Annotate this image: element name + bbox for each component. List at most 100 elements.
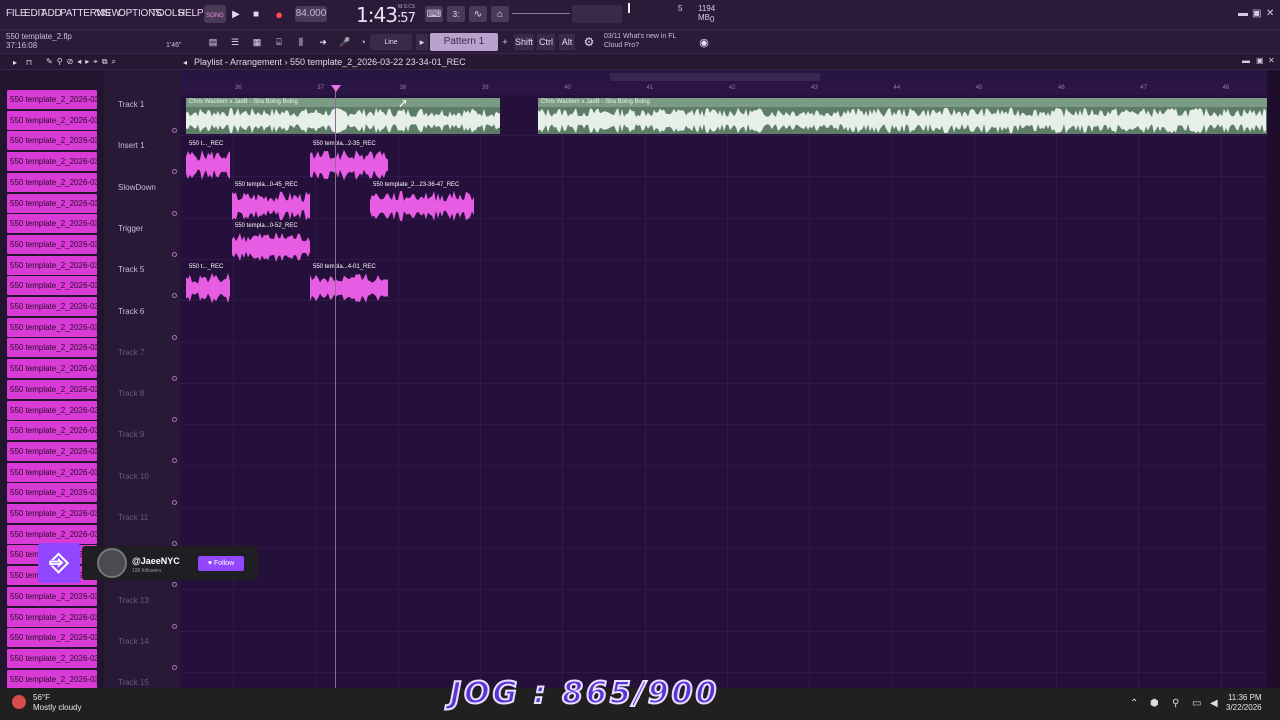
pattern-picker-item[interactable]: 550 template_2_2026-03... — [7, 297, 97, 316]
track-mute-icon[interactable] — [172, 293, 177, 299]
track-name[interactable]: Insert 1 — [118, 141, 145, 150]
volume-icon[interactable]: ◀ — [1210, 698, 1218, 709]
pattern-picker-item[interactable]: 550 template_2_2026-03... — [7, 152, 97, 172]
news-panel[interactable]: 03/11 What's new in FL Cloud Pro? — [604, 32, 676, 50]
snap-icon[interactable]: ⊓ — [24, 54, 34, 70]
microphone-tray-icon[interactable]: ⚲ — [1172, 698, 1179, 709]
snap-select[interactable]: Line — [370, 34, 412, 50]
track-lane[interactable] — [180, 302, 1267, 343]
wave-icon[interactable]: ∿ — [469, 6, 487, 22]
track-lane[interactable] — [180, 425, 1267, 467]
pattern-picker-item[interactable]: 550 template_2_2026-03... — [7, 276, 97, 296]
pattern-picker-item[interactable]: 550 template_2_2026-03... — [7, 379, 97, 399]
playlist-close-icon[interactable]: ✕ — [1268, 56, 1275, 65]
timeline-ruler[interactable]: 36 37 38 39 40 41 42 43 44 45 46 47 48 — [180, 85, 1267, 95]
track-lane[interactable] — [180, 467, 1267, 508]
playhead-marker-icon[interactable] — [331, 85, 341, 92]
audio-clip[interactable]: 550 templa...0-52_REC — [232, 222, 310, 263]
track-mute-icon[interactable] — [172, 169, 177, 175]
pattern-picker-item[interactable]: 550 template_2_2026-03... — [7, 524, 97, 544]
pattern-picker-item[interactable]: 550 template_2_2026-03... — [7, 234, 97, 254]
track-name[interactable]: Track 9 — [118, 430, 144, 439]
pattern-picker-item[interactable]: 550 template_2_2026-03... — [7, 441, 97, 461]
track-name[interactable]: Track 14 — [118, 637, 149, 646]
track-name[interactable]: Track 10 — [118, 472, 149, 481]
browser-icon[interactable]: ⌸ — [270, 34, 288, 50]
track-name[interactable]: Trigger — [118, 224, 143, 233]
track-lane[interactable] — [180, 343, 1267, 384]
track-lane[interactable] — [180, 219, 1267, 260]
audio-clip[interactable]: 550 t..._REC — [186, 140, 231, 181]
play-icon[interactable]: ▶ — [228, 6, 244, 22]
track-name[interactable]: Track 11 — [118, 513, 148, 522]
playlist-minimize-icon[interactable]: ▬ — [1242, 56, 1250, 65]
audio-clip[interactable]: 550 t..._REC — [186, 263, 231, 304]
track-mute-icon[interactable] — [172, 458, 177, 464]
ctrl-button[interactable]: Ctrl — [537, 34, 555, 50]
pattern-picker-item[interactable]: 550 template_2_2026-03... — [7, 317, 97, 337]
add-pattern-icon[interactable]: + — [500, 34, 510, 50]
track-name[interactable]: Track 6 — [118, 307, 144, 316]
track-mute-icon[interactable] — [172, 251, 177, 257]
pattern-picker-item[interactable]: 550 template_2_2026-03... — [7, 400, 97, 420]
display-icon[interactable]: ▭ — [1192, 698, 1201, 709]
channel-rack-icon[interactable]: ☰ — [226, 34, 244, 50]
pattern-picker-item[interactable]: 550 template_2_2026-03... — [7, 586, 97, 606]
pattern-picker-item[interactable]: 550 template_2_2026-03... — [7, 131, 97, 151]
playlist-maximize-icon[interactable]: ▣ — [1256, 56, 1264, 65]
pattern-picker-item[interactable]: 550 template_2_2026-03... — [7, 338, 97, 358]
pattern-picker-item[interactable]: 550 template_2_2026-03... — [7, 90, 97, 109]
vertical-scrollbar[interactable] — [1267, 70, 1280, 688]
step-edit-icon[interactable]: 3: — [447, 6, 465, 22]
metronome-icon[interactable]: ⌂ — [491, 6, 509, 22]
track-lane[interactable] — [180, 178, 1267, 219]
audio-clip[interactable]: 550 templa...4-01_REC — [310, 263, 388, 304]
piano-roll-icon[interactable]: ▦ — [248, 34, 266, 50]
news-icon[interactable]: ⚙ — [580, 34, 598, 50]
system-clock[interactable]: 11:36 PM 3/22/2026 — [1226, 693, 1262, 713]
pattern-picker-item[interactable]: 550 template_2_2026-03... — [7, 628, 97, 648]
master-volume-slider[interactable] — [512, 13, 570, 14]
track-lane[interactable] — [180, 384, 1267, 426]
pattern-picker-item[interactable]: 550 template_2_2026-03... — [7, 669, 97, 688]
playlist-icon[interactable]: ▤ — [204, 34, 222, 50]
track-lane[interactable] — [180, 508, 1267, 549]
playhead[interactable] — [335, 85, 336, 688]
track-name[interactable]: Track 1 — [118, 100, 144, 109]
typing-keyboard-icon[interactable]: ⌨ — [425, 6, 443, 22]
track-name[interactable]: SlowDown — [118, 183, 156, 192]
mixer-icon[interactable]: ⫼ — [292, 34, 310, 50]
track-lane[interactable] — [180, 549, 1267, 591]
follow-button[interactable]: ♥ Follow — [198, 556, 244, 571]
arrangement-area[interactable]: 36 37 38 39 40 41 42 43 44 45 46 47 48 Chris Wackem … — [180, 70, 1267, 688]
stop-icon[interactable]: ■ — [248, 6, 264, 22]
playlist-arrow-icon[interactable]: ◂ — [180, 54, 190, 70]
pattern-prev-icon[interactable]: ▸ — [416, 34, 428, 50]
track-lane[interactable] — [180, 673, 1267, 688]
track-name[interactable]: Track 13 — [118, 596, 149, 605]
microphone-icon[interactable]: 🎤 — [336, 34, 354, 50]
alt-button[interactable]: Alt — [559, 34, 575, 50]
playlist-menu-icon[interactable]: ▸ — [10, 54, 20, 70]
menu-add[interactable]: ADD — [41, 8, 62, 19]
tool-icons[interactable]: ✎⚲⊘◂▸⌖⧉⌕ — [46, 54, 126, 70]
pattern-picker-item[interactable]: 550 template_2_2026-03... — [7, 607, 97, 627]
pattern-picker-item[interactable]: 550 template_2_2026-03... — [7, 504, 97, 523]
chevron-up-icon[interactable]: ⌃ — [1130, 698, 1138, 709]
pattern-picker-item[interactable]: 550 template_2_2026-03... — [7, 462, 97, 482]
maximize-icon[interactable]: ▣ — [1252, 8, 1261, 19]
pattern-selector[interactable]: Pattern 1 — [430, 33, 498, 51]
close-icon[interactable]: ✕ — [1266, 8, 1274, 19]
pattern-picker-item[interactable]: 550 template_2_2026-03... — [7, 172, 97, 192]
track-name[interactable]: Track 15 — [118, 678, 149, 687]
plugin-icon[interactable]: ➜ — [314, 34, 332, 50]
track-name[interactable]: Track 8 — [118, 389, 144, 398]
globe-icon[interactable]: ◉ — [698, 34, 710, 50]
audio-clip[interactable]: 550 template_2...23-36-47_REC — [370, 181, 474, 222]
weather-widget[interactable]: 56°F Mostly cloudy — [33, 693, 81, 713]
audio-clip[interactable]: 550 templa...0-45_REC — [232, 181, 310, 222]
tempo-display[interactable]: 84.000 — [295, 6, 327, 22]
timeline-overview[interactable] — [180, 70, 1267, 85]
pattern-picker-item[interactable]: 550 template_2_2026-03... — [7, 359, 97, 379]
pattern-picker-item[interactable]: 550 template_2_2026-03... — [7, 193, 97, 213]
